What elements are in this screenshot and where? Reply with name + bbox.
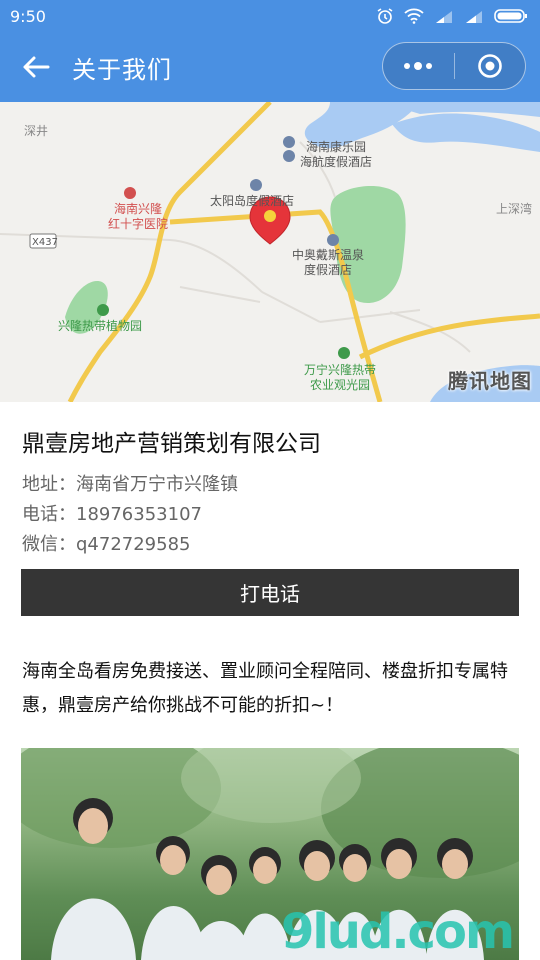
company-info: 鼎壹房地产营销策划有限公司 地址：海南省万宁市兴隆镇 电话：1897635310… <box>22 424 522 560</box>
map-canvas <box>0 102 540 402</box>
battery-icon <box>494 9 527 23</box>
map-label: 中奥戴斯温泉 度假酒店 <box>292 248 364 278</box>
company-wechat: 微信：q472729585 <box>22 534 191 555</box>
map-label: 海南康乐园 海航度假酒店 <box>300 140 372 170</box>
map-label-line: 海南康乐园 <box>306 140 367 154</box>
company-description: 海南全岛看房免费接送、置业顾问全程陪同、楼盘折扣专属特惠，鼎壹房产给你挑战不可能… <box>22 661 508 716</box>
map-label-line: 中奥戴斯温泉 <box>292 248 365 262</box>
status-time: 9:50 <box>10 6 46 26</box>
wifi-icon <box>404 8 424 24</box>
company-phone: 电话：18976353107 <box>22 504 202 525</box>
target-close-icon <box>477 54 502 78</box>
call-button[interactable]: 打电话 <box>21 569 519 616</box>
back-arrow-icon <box>23 56 50 78</box>
map-label-line: 海南兴隆 <box>114 202 163 216</box>
company-name: 鼎壹房地产营销策划有限公司 <box>22 431 321 457</box>
alarm-icon <box>377 8 393 24</box>
status-bar: 9:50 <box>0 0 540 32</box>
map-label-line: 海航度假酒店 <box>300 155 373 169</box>
map-label-line: 度假酒店 <box>304 263 353 277</box>
map-label-line: 红十字医院 <box>108 217 169 231</box>
map-label-line: 万宁兴隆热带 <box>304 363 377 377</box>
back-button[interactable] <box>0 32 72 102</box>
close-mini-program-button[interactable] <box>455 42 526 90</box>
map-label: 上深湾 <box>496 202 533 216</box>
map-provider-logo: 腾讯地图 <box>448 369 532 393</box>
location-map[interactable]: 深井 海南康乐园 海航度假酒店 海南兴隆 红十字医院 太阳岛度假酒店 上深湾 X… <box>0 102 540 402</box>
more-button[interactable] <box>383 42 454 90</box>
map-label: 太阳岛度假酒店 <box>210 194 295 208</box>
map-label-line: 农业观光园 <box>310 378 371 392</box>
page-title: 关于我们 <box>72 55 172 84</box>
team-photo: 9lud.com <box>21 748 519 960</box>
map-label: 海南兴隆 红十字医院 <box>108 202 168 232</box>
mini-program-capsule <box>382 42 526 90</box>
more-dots-icon <box>404 62 433 70</box>
map-label: 兴隆热带植物园 <box>58 319 143 333</box>
status-icons <box>376 7 528 25</box>
map-label: 深井 <box>24 124 49 138</box>
signal-icon <box>436 11 452 23</box>
photo-watermark: 9lud.com <box>280 904 515 960</box>
map-label: 万宁兴隆热带 农业观光园 <box>304 363 376 393</box>
signal-icon-2 <box>466 11 482 23</box>
nav-bar: 关于我们 <box>0 32 540 102</box>
company-address: 地址：海南省万宁市兴隆镇 <box>22 474 238 495</box>
map-road-label: X437 <box>32 237 58 248</box>
